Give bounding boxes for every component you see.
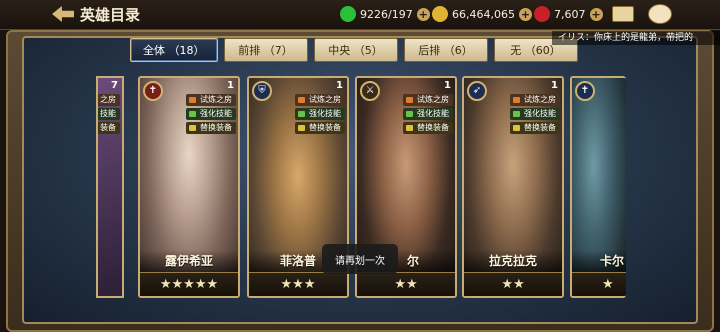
back-arrow-icon (52, 6, 74, 22)
hero-tag: 替换装备 (403, 122, 453, 134)
page-title: 英雄目录 (80, 5, 141, 24)
add-gold-button[interactable]: + (518, 7, 532, 21)
class-badge-icon: ✝ (143, 81, 163, 101)
chat-icon[interactable] (648, 4, 672, 24)
hero-card[interactable]: ➶ 1 试炼之房 强化技能 替换装备 拉克拉克 ★★ (462, 76, 564, 298)
tab-all[interactable]: 全体 （18） (130, 38, 218, 62)
hero-tag: 试炼之房 (186, 94, 236, 106)
hero-name: 卡尔 (572, 250, 626, 272)
class-badge-icon: ✝ (575, 81, 595, 101)
hero-tags: 之房 技能 装备 (98, 94, 120, 134)
tab-front[interactable]: 前排 （7） (223, 38, 308, 62)
hero-tag: 之房 (98, 94, 120, 106)
hero-tag: 替换装备 (186, 122, 236, 134)
top-bar: 英雄目录 9226/197 + 66,464,065 + 7,607 + (0, 0, 720, 30)
filter-tabs: 全体 （18） 前排 （7） 中央 （5） 后排 （6） 无 （60） (130, 38, 578, 62)
class-badge-icon: ⚔ (360, 81, 380, 101)
gold-value: 66,464,065 (452, 7, 515, 21)
gem-resource: 7,607 + (534, 5, 603, 23)
hero-tag: 替换装备 (295, 122, 345, 134)
tab-back[interactable]: 后排 （6） (403, 38, 488, 62)
hero-tag: 试炼之房 (510, 94, 560, 106)
ruby-icon (534, 6, 550, 22)
hero-tag: 强化技能 (510, 108, 560, 120)
back-button[interactable]: 英雄目录 (52, 3, 140, 25)
coin-icon (432, 6, 448, 22)
mail-icon[interactable] (612, 6, 634, 22)
chat-ticker: イリス：你床上的是龍弟，帶把的 (552, 31, 720, 45)
add-gems-button[interactable]: + (589, 7, 603, 21)
hero-tag: 技能 (98, 108, 120, 120)
hero-level: 1 (336, 80, 343, 91)
stamina-resource: 9226/197 + (340, 5, 430, 23)
gem-value: 7,607 (554, 7, 586, 21)
hero-tag: 装备 (98, 122, 120, 134)
hero-card-partial-left[interactable]: 7 之房 技能 装备 (96, 76, 124, 298)
stamina-value: 9226/197 (360, 7, 413, 21)
star-rating: ★★ (464, 272, 562, 296)
hero-card[interactable]: ✝ 卡尔 ★ (570, 76, 626, 298)
hero-tags: 试炼之房 强化技能 替换装备 (403, 94, 453, 134)
hero-name: 露伊希亚 (140, 250, 238, 272)
hero-tag: 强化技能 (403, 108, 453, 120)
hero-tag: 试炼之房 (295, 94, 345, 106)
star-rating: ★ (572, 272, 626, 296)
hero-level: 1 (444, 80, 451, 91)
hero-tags: 试炼之房 强化技能 替换装备 (186, 94, 236, 134)
hero-card[interactable]: ✝ 1 试炼之房 强化技能 替换装备 露伊希亚 ★★★★★ (138, 76, 240, 298)
hero-tag: 强化技能 (295, 108, 345, 120)
star-rating: ★★★ (249, 272, 347, 296)
hero-tag: 试炼之房 (403, 94, 453, 106)
hero-name: 拉克拉克 (464, 250, 562, 272)
toast-message: 请再划一次 (322, 244, 398, 274)
add-stamina-button[interactable]: + (416, 7, 430, 21)
class-badge-icon: ⛨ (252, 81, 272, 101)
hero-level: 1 (227, 80, 234, 91)
class-badge-icon: ➶ (467, 81, 487, 101)
star-rating: ★★ (357, 272, 455, 296)
gold-resource: 66,464,065 + (432, 5, 532, 23)
hero-level: 7 (111, 80, 118, 91)
hero-tags: 试炼之房 强化技能 替换装备 (510, 94, 560, 134)
hero-level: 1 (551, 80, 558, 91)
tab-middle[interactable]: 中央 （5） (313, 38, 398, 62)
lightning-icon (340, 6, 356, 22)
hero-tag: 替换装备 (510, 122, 560, 134)
star-rating: ★★★★★ (140, 272, 238, 296)
hero-tags: 试炼之房 强化技能 替换装备 (295, 94, 345, 134)
hero-tag: 强化技能 (186, 108, 236, 120)
